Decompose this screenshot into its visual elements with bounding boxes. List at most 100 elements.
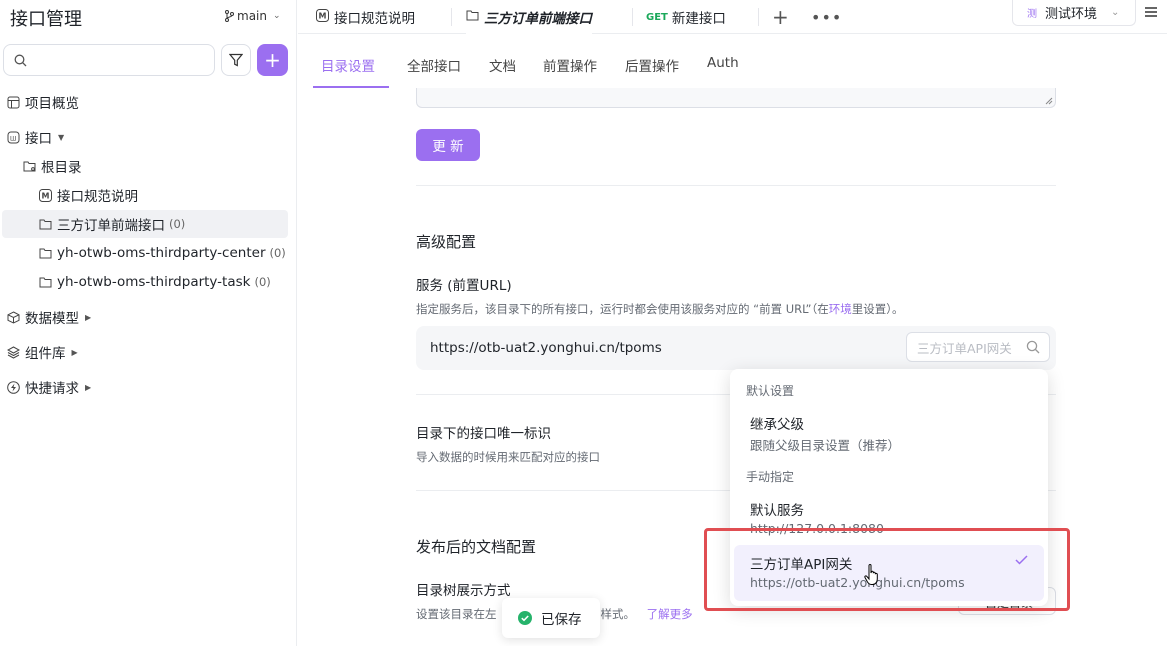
filter-icon [229, 53, 243, 67]
tab-spec-doc[interactable]: M 接口规范说明 [316, 0, 415, 34]
markdown-icon: M [316, 8, 329, 26]
dropdown-option-thirdparty-gateway[interactable]: 三方订单API网关 https://otb-uat2.yonghui.cn/tp… [734, 545, 1044, 601]
caret-right-icon: ▶ [85, 382, 92, 392]
subtab-post-operations[interactable]: 后置操作 [625, 55, 679, 75]
branch-icon [225, 10, 234, 22]
sidebar-item-label: 数据模型 [25, 311, 79, 327]
sidebar-item-label: 三方订单前端接口 [57, 218, 165, 234]
divider [416, 185, 1056, 186]
subtab-directory-settings[interactable]: 目录设置 [321, 55, 375, 75]
option-title: 三方订单API网关 [750, 557, 853, 573]
search-icon [1026, 340, 1040, 354]
unique-id-label: 目录下的接口唯一标识 [416, 426, 551, 442]
chevron-down-icon: ⌄ [1111, 7, 1120, 18]
search-input[interactable] [3, 44, 215, 76]
folder-icon [466, 9, 479, 25]
sidebar-item-data-model[interactable]: 数据模型 ▶ [6, 303, 91, 331]
svg-text:Ш: Ш [10, 135, 16, 142]
sidebar-item-label: yh-otwb-oms-thirdparty-center [57, 245, 266, 261]
service-url-field: https://otb-uat2.yonghui.cn/tpoms 三方订单AP… [416, 326, 1056, 370]
more-tabs-button[interactable]: ••• [811, 0, 842, 34]
menu-icon [1145, 7, 1157, 17]
service-hint: 指定服务后，该目录下的所有接口，运行时都会使用该服务对应的 “前置 URL”（在… [416, 302, 904, 316]
option-title: 继承父级 [750, 417, 804, 433]
add-button[interactable]: + [257, 44, 288, 76]
sidebar-title: 接口管理 [10, 9, 82, 30]
tab-divider [632, 8, 633, 26]
chevron-down-icon: ⌄ [272, 11, 281, 21]
sidebar-item-label: 接口 [25, 131, 52, 147]
svg-text:M: M [41, 191, 49, 200]
sidebar-item-thirdparty-task[interactable]: yh-otwb-oms-thirdparty-task (0) [38, 268, 271, 296]
sidebar-item-thirdparty-center[interactable]: yh-otwb-oms-thirdparty-center (0) [38, 239, 286, 267]
tab-new-api[interactable]: GET 新建接口 [646, 0, 726, 34]
sidebar-item-label: 快捷请求 [25, 381, 79, 397]
subtab-auth[interactable]: Auth [707, 55, 739, 71]
branch-selector[interactable]: main ⌄ [224, 9, 281, 23]
sidebar-header: 接口管理 main ⌄ [0, 0, 297, 36]
filter-button[interactable] [221, 44, 251, 76]
update-button[interactable]: 更 新 [416, 129, 480, 161]
sidebar-item-label: 项目概览 [25, 96, 79, 112]
option-desc: 跟随父级目录设置（推荐） [750, 438, 901, 453]
resize-handle-icon [1045, 97, 1053, 105]
tab-thirdparty-frontend[interactable]: 三方订单前端接口 [466, 0, 592, 34]
description-textarea[interactable] [416, 88, 1056, 108]
tab-divider [758, 8, 759, 26]
option-desc: http://127.0.0.1:8080 [750, 521, 884, 536]
http-method-badge: GET [646, 11, 668, 23]
sidebar-item-label: 接口规范说明 [57, 189, 138, 205]
folder-icon [38, 217, 52, 231]
tab-label: 接口规范说明 [334, 11, 415, 27]
folder-icon [22, 159, 36, 173]
service-select[interactable]: 三方订单API网关 [906, 332, 1050, 362]
sidebar-item-root[interactable]: 根目录 [22, 152, 82, 180]
service-url-value: https://otb-uat2.yonghui.cn/tpoms [430, 340, 662, 356]
api-icon: Ш [6, 130, 20, 144]
option-title: 默认服务 [750, 503, 804, 519]
item-count: (0) [269, 246, 286, 260]
dropdown-group-manual: 手动指定 [746, 470, 795, 484]
lightning-icon [6, 380, 20, 394]
menu-button[interactable] [1144, 6, 1158, 22]
service-dropdown: 默认设置 继承父级 跟随父级目录设置（推荐） 手动指定 默认服务 http://… [730, 369, 1048, 606]
new-tab-button[interactable]: + [772, 0, 789, 34]
plus-icon: + [772, 5, 789, 29]
option-desc: https://otb-uat2.yonghui.cn/tpoms [750, 575, 965, 590]
subtab-pre-operations[interactable]: 前置操作 [543, 55, 597, 75]
cube-icon [6, 310, 20, 324]
advanced-config-title: 高级配置 [416, 233, 477, 251]
markdown-icon: M [38, 188, 52, 202]
env-label: 测试环境 [1045, 7, 1098, 22]
caret-down-icon: ▼ [58, 132, 65, 142]
sidebar-item-overview[interactable]: 项目概览 [6, 88, 79, 116]
svg-text:M: M [319, 11, 327, 20]
overview-icon [6, 95, 20, 109]
sidebar-item-label: 组件库 [25, 346, 66, 362]
sidebar: 接口管理 main ⌄ + 项目概览 Ш 接口 ▼ 根目录 M 接口规范说明 三… [0, 0, 297, 646]
sidebar-item-api[interactable]: Ш 接口 ▼ [6, 123, 64, 151]
caret-right-icon: ▶ [71, 347, 78, 357]
hand-cursor-icon [864, 564, 878, 585]
environment-link[interactable]: 环境 [829, 302, 852, 316]
check-circle-icon [518, 611, 532, 625]
check-icon [1015, 555, 1028, 565]
service-label: 服务 (前置URL) [416, 278, 512, 294]
sidebar-item-thirdparty-frontend[interactable]: 三方订单前端接口 (0) [2, 210, 288, 238]
dropdown-option-inherit[interactable]: 继承父级 跟随父级目录设置（推荐） [734, 405, 1044, 461]
item-count: (0) [169, 217, 186, 231]
sidebar-item-spec-doc[interactable]: M 接口规范说明 [38, 181, 138, 209]
sidebar-item-components[interactable]: 组件库 ▶ [6, 338, 78, 366]
item-count: (0) [254, 275, 271, 289]
subtab-docs[interactable]: 文档 [489, 55, 516, 75]
caret-right-icon: ▶ [85, 312, 92, 322]
subtab-all-apis[interactable]: 全部接口 [407, 55, 461, 75]
learn-more-link[interactable]: 了解更多 [647, 607, 693, 621]
sidebar-item-quick-request[interactable]: 快捷请求 ▶ [6, 373, 91, 401]
dropdown-option-default-service[interactable]: 默认服务 http://127.0.0.1:8080 [734, 491, 1044, 547]
environment-selector[interactable]: 测 测试环境 ⌄ [1012, 0, 1136, 26]
tree-display-label: 目录树展示方式 [416, 583, 511, 599]
env-badge: 测 [1027, 9, 1037, 20]
tab-divider [451, 8, 452, 26]
plus-icon: + [264, 48, 281, 72]
